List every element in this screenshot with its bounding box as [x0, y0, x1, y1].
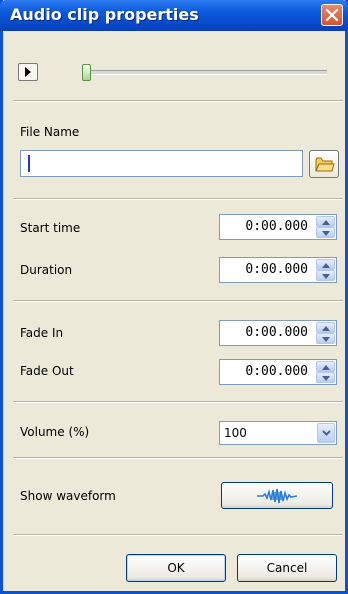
arrow-up-icon — [322, 220, 330, 225]
volume-select[interactable]: 100 — [219, 421, 337, 445]
fade-out-up-button[interactable] — [316, 361, 335, 372]
fade-out-label: Fade Out — [20, 364, 74, 378]
fade-out-down-button[interactable] — [316, 372, 335, 383]
play-icon — [25, 67, 31, 77]
play-button[interactable] — [18, 63, 38, 81]
fade-out-stepper[interactable]: 0:00.000 — [219, 359, 337, 385]
ok-button[interactable]: OK — [126, 554, 226, 582]
fade-in-value: 0:00.000 — [245, 325, 308, 340]
browse-button[interactable] — [309, 150, 339, 178]
arrow-down-icon — [322, 337, 330, 342]
close-button[interactable] — [321, 4, 343, 26]
fade-out-value: 0:00.000 — [245, 364, 308, 379]
start-time-down-button[interactable] — [316, 227, 335, 238]
duration-up-button[interactable] — [316, 259, 335, 270]
cancel-button[interactable]: Cancel — [237, 554, 337, 582]
fade-out-spin-buttons — [316, 361, 335, 383]
file-name-input[interactable] — [20, 150, 303, 177]
fade-in-label: Fade In — [20, 326, 64, 340]
show-waveform-button[interactable] — [221, 482, 333, 509]
chevron-down-icon — [322, 430, 331, 436]
arrow-up-icon — [322, 326, 330, 331]
text-caret — [28, 155, 30, 172]
fade-in-spin-buttons — [316, 322, 335, 344]
fade-in-stepper[interactable]: 0:00.000 — [219, 320, 337, 346]
divider — [13, 198, 343, 200]
arrow-up-icon — [322, 365, 330, 370]
duration-down-button[interactable] — [316, 270, 335, 281]
start-time-spin-buttons — [316, 216, 335, 238]
divider — [13, 401, 343, 403]
start-time-value: 0:00.000 — [245, 219, 308, 234]
fade-in-down-button[interactable] — [316, 333, 335, 344]
arrow-down-icon — [322, 231, 330, 236]
duration-stepper[interactable]: 0:00.000 — [219, 257, 337, 283]
arrow-up-icon — [322, 263, 330, 268]
duration-label: Duration — [20, 263, 73, 277]
waveform-icon — [257, 488, 297, 504]
arrow-down-icon — [322, 376, 330, 381]
window-title: Audio clip properties — [10, 5, 199, 24]
show-waveform-label: Show waveform — [20, 489, 116, 503]
duration-spin-buttons — [316, 259, 335, 281]
duration-value: 0:00.000 — [245, 262, 308, 277]
divider — [13, 300, 343, 302]
start-time-up-button[interactable] — [316, 216, 335, 227]
volume-label: Volume (%) — [20, 425, 90, 439]
title-bar[interactable]: Audio clip properties — [0, 0, 348, 31]
fade-in-up-button[interactable] — [316, 322, 335, 333]
position-slider-track[interactable] — [82, 70, 327, 75]
start-time-stepper[interactable]: 0:00.000 — [219, 214, 337, 240]
divider — [13, 100, 343, 102]
volume-selected-value: 100 — [224, 426, 247, 440]
start-time-label: Start time — [20, 221, 81, 235]
arrow-down-icon — [322, 274, 330, 279]
audio-clip-properties-dialog: Audio clip properties File Name Start ti… — [0, 0, 348, 594]
file-name-label: File Name — [20, 125, 80, 139]
volume-dropdown-button[interactable] — [317, 423, 335, 443]
close-icon — [325, 8, 339, 22]
divider — [13, 534, 343, 536]
divider — [13, 457, 343, 459]
position-slider-thumb[interactable] — [82, 64, 91, 81]
folder-icon — [315, 157, 335, 172]
